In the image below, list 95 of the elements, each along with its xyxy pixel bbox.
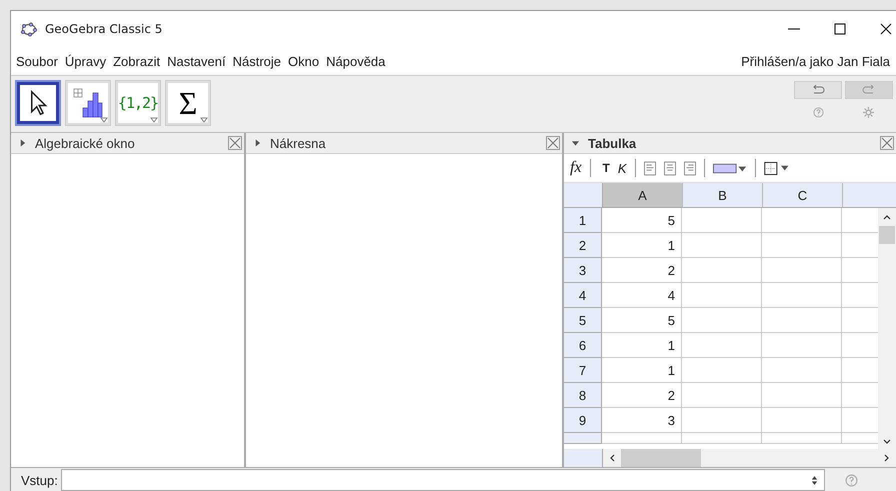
table-cell[interactable]: 5 (602, 308, 682, 333)
table-cell[interactable] (682, 283, 762, 308)
row-header[interactable]: 2 (564, 233, 602, 258)
scrollbar-thumb[interactable] (879, 226, 895, 244)
scroll-left-icon[interactable] (609, 454, 615, 462)
row-header[interactable]: 6 (564, 333, 602, 358)
table-cell[interactable]: 4 (602, 283, 682, 308)
help-icon[interactable] (844, 474, 858, 486)
table-cell[interactable]: 1 (602, 333, 682, 358)
italic-button[interactable]: K (618, 160, 627, 176)
menu-item[interactable]: Nápověda (326, 54, 386, 68)
table-cell[interactable] (682, 433, 762, 444)
table-cell[interactable] (682, 408, 762, 433)
scroll-right-icon[interactable] (884, 454, 890, 462)
align-icon[interactable] (644, 160, 656, 176)
row-header[interactable] (564, 433, 602, 444)
row-header[interactable]: 1 (564, 208, 602, 233)
header-corner[interactable] (564, 183, 603, 208)
panel-toggle-icon[interactable] (254, 139, 261, 147)
menu-item[interactable]: Nastavení (167, 54, 226, 68)
spinner-icon[interactable] (810, 474, 818, 486)
user-label: Přihlášen/a jako Jan Fiala (741, 54, 890, 68)
formula-button[interactable]: fx (570, 159, 582, 177)
dropdown-arrow-icon (200, 117, 208, 123)
menu-item[interactable]: Zobrazit (113, 54, 160, 68)
table-cell[interactable] (682, 208, 762, 233)
vertical-scrollbar[interactable] (878, 208, 896, 449)
scrollbar-thumb[interactable] (621, 449, 701, 467)
panel-title: Tabulka (588, 136, 636, 150)
menu-item[interactable]: Okno (288, 54, 320, 68)
tool-button[interactable]: Σ (165, 80, 211, 126)
tool-button[interactable]: {1,2} (115, 80, 161, 126)
panel-title: Nákresna (270, 136, 326, 150)
table-cell[interactable] (762, 383, 842, 408)
table-cell[interactable] (682, 258, 762, 283)
undo-icon (811, 85, 825, 95)
column-header[interactable]: A (603, 183, 683, 208)
redo-icon (862, 85, 876, 95)
menu-item[interactable]: Nástroje (232, 54, 282, 68)
dropdown-arrow-icon (100, 117, 108, 123)
table-cell[interactable] (762, 208, 842, 233)
table-cell[interactable] (682, 383, 762, 408)
column-header[interactable]: B (683, 183, 763, 208)
column-header[interactable] (843, 183, 896, 208)
fill-color-icon[interactable] (712, 162, 747, 174)
panel-toggle-icon[interactable] (572, 139, 579, 147)
table-cell[interactable]: 3 (602, 408, 682, 433)
table-cell[interactable]: 5 (602, 208, 682, 233)
table-cell[interactable]: 1 (602, 358, 682, 383)
table-cell[interactable] (762, 283, 842, 308)
table-cell[interactable] (762, 258, 842, 283)
table-cell[interactable]: 2 (602, 258, 682, 283)
table-cell[interactable] (682, 333, 762, 358)
table-cell[interactable] (682, 358, 762, 383)
table-cell[interactable] (602, 433, 682, 444)
row-header[interactable]: 8 (564, 383, 602, 408)
window-title: GeoGebra Classic 5 (45, 22, 162, 36)
dropdown-arrow-icon (150, 117, 158, 123)
menu-item[interactable]: Úpravy (64, 54, 106, 68)
table-cell[interactable] (682, 308, 762, 333)
panel-title: Algebraické okno (35, 136, 135, 150)
scroll-up-icon[interactable] (883, 214, 891, 220)
panel-toggle-icon[interactable] (19, 139, 26, 147)
settings-icon[interactable] (862, 107, 874, 118)
menu-item[interactable]: Soubor (16, 54, 58, 68)
app-logo-icon (21, 21, 37, 37)
bold-button[interactable]: T (602, 161, 610, 175)
table-cell[interactable] (762, 333, 842, 358)
table-cell[interactable]: 1 (602, 233, 682, 258)
undo-button[interactable] (794, 81, 842, 99)
input-label: Vstup: (21, 472, 58, 488)
table-cell[interactable] (762, 433, 842, 444)
table-cell[interactable] (762, 358, 842, 383)
column-header[interactable]: C (763, 183, 843, 208)
row-header[interactable]: 3 (564, 258, 602, 283)
table-cell[interactable] (762, 308, 842, 333)
table-cell[interactable]: 2 (602, 383, 682, 408)
table-cell[interactable] (762, 233, 842, 258)
scroll-down-icon[interactable] (883, 439, 891, 445)
close-icon[interactable] (880, 23, 892, 35)
table-cell[interactable] (762, 408, 842, 433)
row-header[interactable]: 5 (564, 308, 602, 333)
align-icon[interactable] (664, 160, 676, 176)
row-header[interactable]: 7 (564, 358, 602, 383)
input-field[interactable] (60, 469, 825, 491)
help-icon[interactable] (813, 107, 824, 118)
tool-button[interactable] (15, 80, 61, 126)
histogram-icon (73, 88, 103, 118)
row-header[interactable]: 4 (564, 283, 602, 308)
redo-button[interactable] (845, 81, 893, 99)
horizontal-scrollbar[interactable] (603, 449, 896, 467)
row-header[interactable]: 9 (564, 408, 602, 433)
maximize-icon[interactable] (834, 23, 846, 35)
table-cell[interactable] (682, 233, 762, 258)
align-icon[interactable] (684, 160, 696, 176)
